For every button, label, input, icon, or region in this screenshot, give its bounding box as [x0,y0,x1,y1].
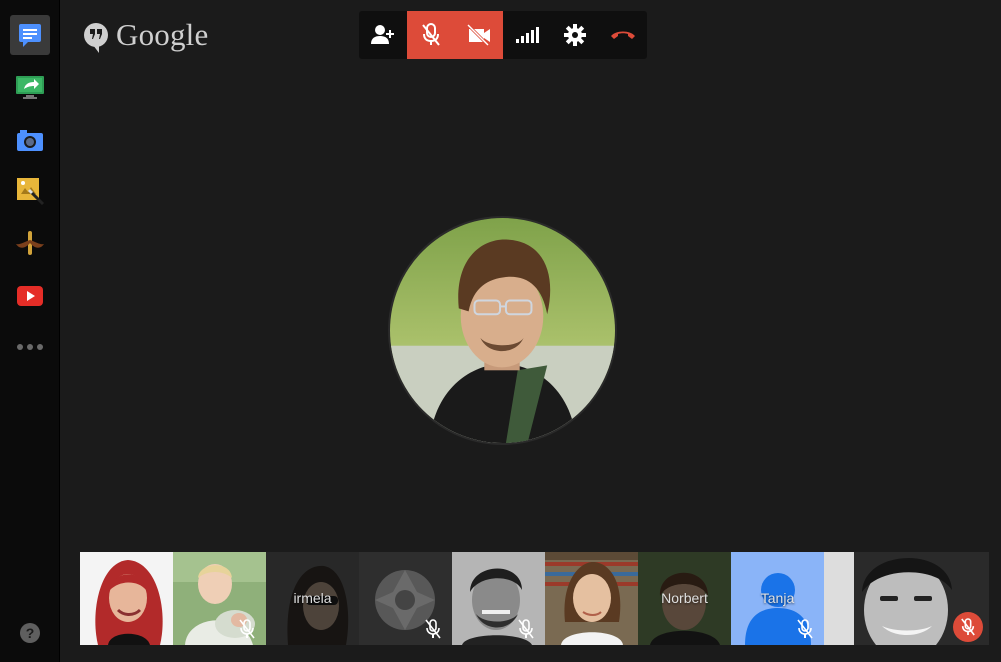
mic-off-icon [422,23,440,46]
mic-off-icon [425,619,441,639]
invite-people-button[interactable] [359,11,407,59]
signal-icon [516,27,539,43]
effects-icon [17,178,45,206]
self-preview-tile[interactable] [824,552,989,645]
participant-tile[interactable] [359,552,452,645]
participant-tile[interactable] [80,552,173,645]
camera-app-button[interactable] [10,120,50,160]
screenshare-button[interactable] [10,67,50,107]
participant-tile[interactable] [173,552,266,645]
call-toolbar [359,11,647,59]
chat-button[interactable] [10,15,50,55]
participant-name: Norbert [661,590,708,606]
camera-off-icon [466,24,490,46]
settings-button[interactable] [551,11,599,59]
mic-off-icon [518,619,534,639]
gear-icon [564,24,586,46]
mustache-icon [16,231,44,255]
hang-up-icon [611,31,635,39]
app-rail: ? [0,0,60,662]
participant-tile[interactable] [545,552,638,645]
active-speaker-avatar [388,216,617,445]
hangouts-window: ? Google irmela Norbert Tanja [0,0,1001,662]
participant-name: Tanja [760,590,795,606]
effects-button[interactable] [10,171,50,211]
mustache-button[interactable] [10,223,50,263]
participant-tile[interactable]: irmela [266,552,359,645]
more-apps-button[interactable] [10,327,50,367]
mic-off-icon [961,618,975,636]
participant-photo [545,552,638,645]
youtube-icon [17,286,43,306]
person-add-icon [371,25,394,44]
participant-tile[interactable] [452,552,545,645]
chat-icon [19,24,41,47]
speaker-photo [390,218,615,443]
camera-toggle-button[interactable] [455,11,503,59]
hangouts-logo-icon [84,23,108,53]
help-button[interactable]: ? [20,623,40,643]
participant-tile[interactable]: Tanja [731,552,824,645]
mic-off-icon [797,619,813,639]
quote-icon [90,29,102,39]
brand-name: Google [116,17,209,52]
mic-off-icon [239,619,255,639]
more-icon [17,344,43,350]
brand: Google [84,17,209,53]
participant-strip: irmela Norbert Tanja [80,552,989,645]
hang-up-button[interactable] [599,11,647,59]
youtube-button[interactable] [10,276,50,316]
bandwidth-button[interactable] [503,11,551,59]
participant-name: irmela [293,590,332,606]
self-muted-indicator [953,612,983,642]
participant-tile[interactable]: Norbert [638,552,731,645]
participant-photo [80,552,173,645]
microphone-toggle-button[interactable] [407,11,455,59]
screenshare-icon [16,76,44,99]
camera-icon [17,130,43,151]
